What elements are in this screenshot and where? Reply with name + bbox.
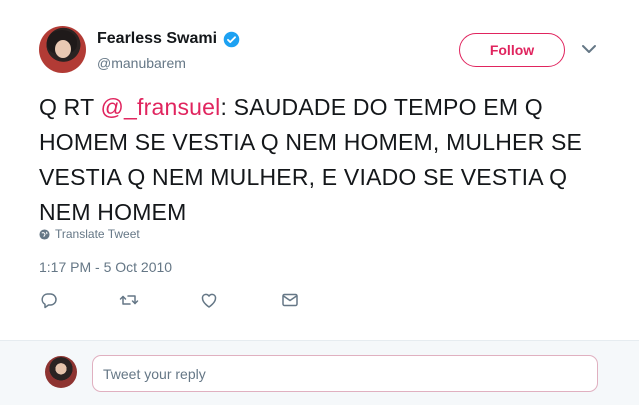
- translate-label: Translate Tweet: [55, 227, 140, 241]
- verified-badge-icon: [223, 31, 240, 47]
- author-name[interactable]: Fearless Swami: [97, 30, 217, 48]
- avatar-face: [55, 40, 71, 58]
- heart-icon[interactable]: [199, 290, 219, 310]
- chevron-down-icon[interactable]: [580, 42, 598, 56]
- mention-link[interactable]: @_fransuel: [101, 94, 221, 120]
- envelope-icon[interactable]: [280, 290, 300, 310]
- tweet-timestamp[interactable]: 1:17 PM - 5 Oct 2010: [39, 259, 172, 275]
- author-handle[interactable]: @manubarem: [97, 55, 186, 71]
- reply-placeholder: Tweet your reply: [103, 365, 206, 382]
- tweet-text-prefix: Q RT: [39, 94, 101, 120]
- author-name-row: Fearless Swami: [97, 30, 240, 48]
- translate-tweet-link[interactable]: Translate Tweet: [39, 227, 140, 241]
- retweet-icon[interactable]: [119, 290, 139, 310]
- tweet-text: Q RT @_fransuel: SAUDADE DO TEMPO EM Q H…: [39, 90, 619, 230]
- reply-icon[interactable]: [39, 290, 59, 310]
- author-avatar[interactable]: [39, 26, 86, 73]
- reply-input[interactable]: Tweet your reply: [92, 355, 598, 392]
- reply-avatar: [45, 356, 77, 388]
- follow-button[interactable]: Follow: [459, 33, 565, 67]
- globe-icon: [39, 228, 50, 240]
